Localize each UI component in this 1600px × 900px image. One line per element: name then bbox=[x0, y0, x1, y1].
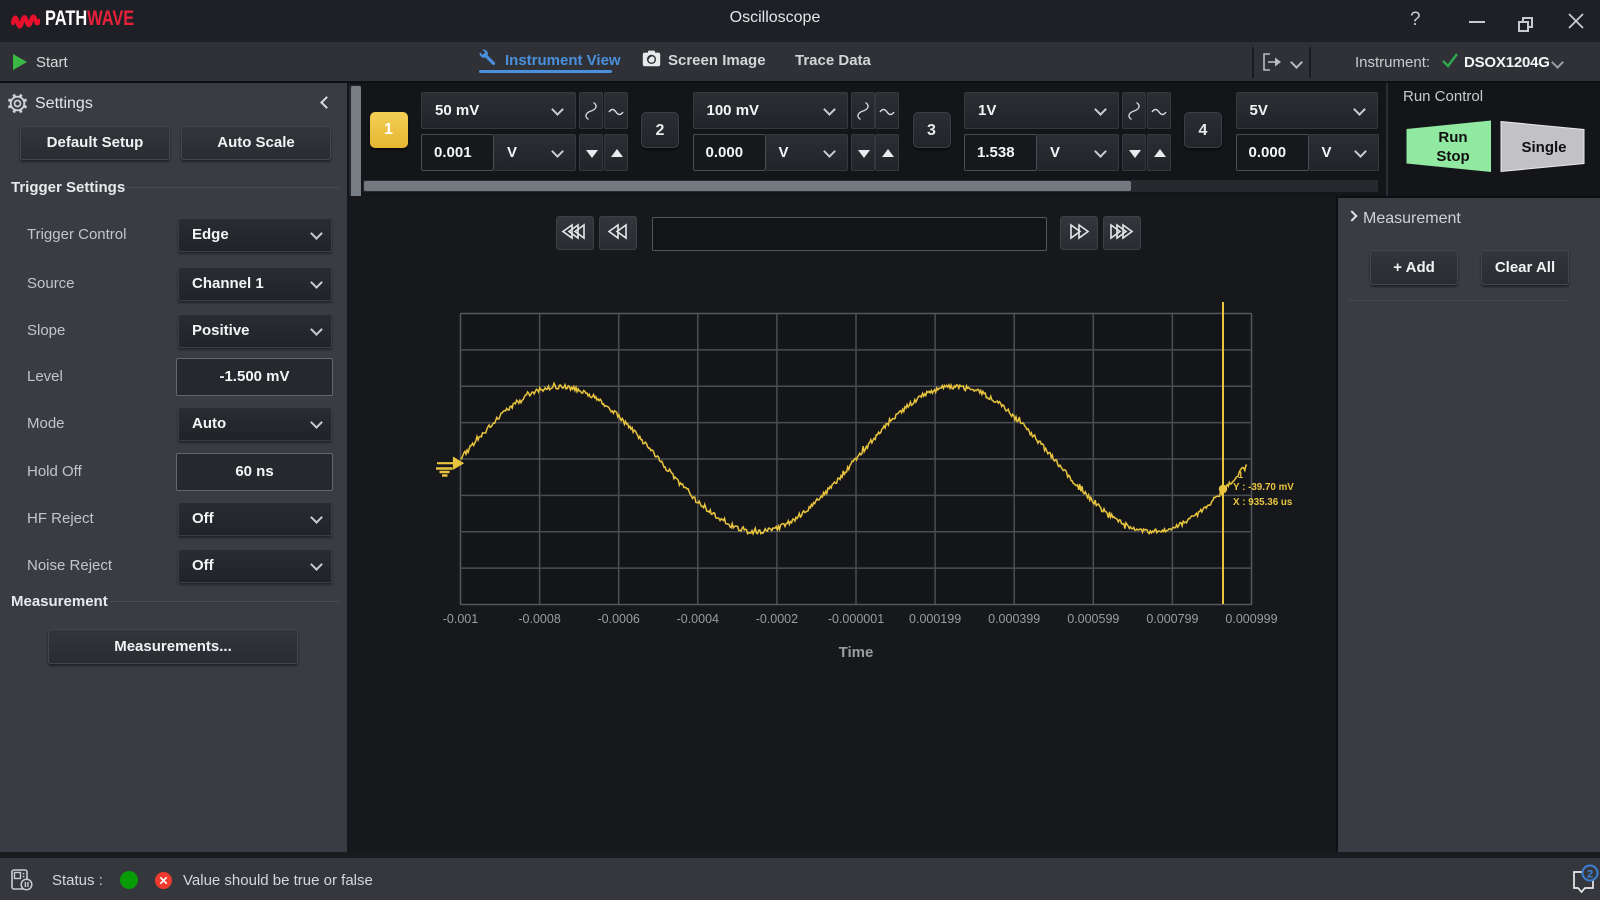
svg-text:-0.000001: -0.000001 bbox=[828, 612, 884, 626]
svg-text:Single: Single bbox=[1521, 139, 1566, 156]
svg-text:0.000599: 0.000599 bbox=[1067, 612, 1119, 626]
svg-text:0.000999: 0.000999 bbox=[1225, 612, 1277, 626]
svg-text:Stop: Stop bbox=[1436, 148, 1469, 165]
svg-text:2: 2 bbox=[1587, 869, 1593, 881]
svg-text:-0.0008: -0.0008 bbox=[518, 612, 560, 626]
svg-text:Time: Time bbox=[839, 644, 874, 661]
svg-text:0.000399: 0.000399 bbox=[988, 612, 1040, 626]
svg-text:Y : -39.70 mV: Y : -39.70 mV bbox=[1233, 482, 1294, 493]
svg-text:1: 1 bbox=[1238, 470, 1243, 480]
svg-text:-0.0002: -0.0002 bbox=[756, 612, 798, 626]
svg-text:Run: Run bbox=[1438, 129, 1467, 146]
svg-text:0.000799: 0.000799 bbox=[1146, 612, 1198, 626]
svg-text:X : 935.36 us: X : 935.36 us bbox=[1233, 497, 1293, 508]
svg-text:-0.0004: -0.0004 bbox=[677, 612, 719, 626]
svg-text:0.000199: 0.000199 bbox=[909, 612, 961, 626]
svg-text:-0.0006: -0.0006 bbox=[597, 612, 639, 626]
svg-text:-0.001: -0.001 bbox=[443, 612, 478, 626]
